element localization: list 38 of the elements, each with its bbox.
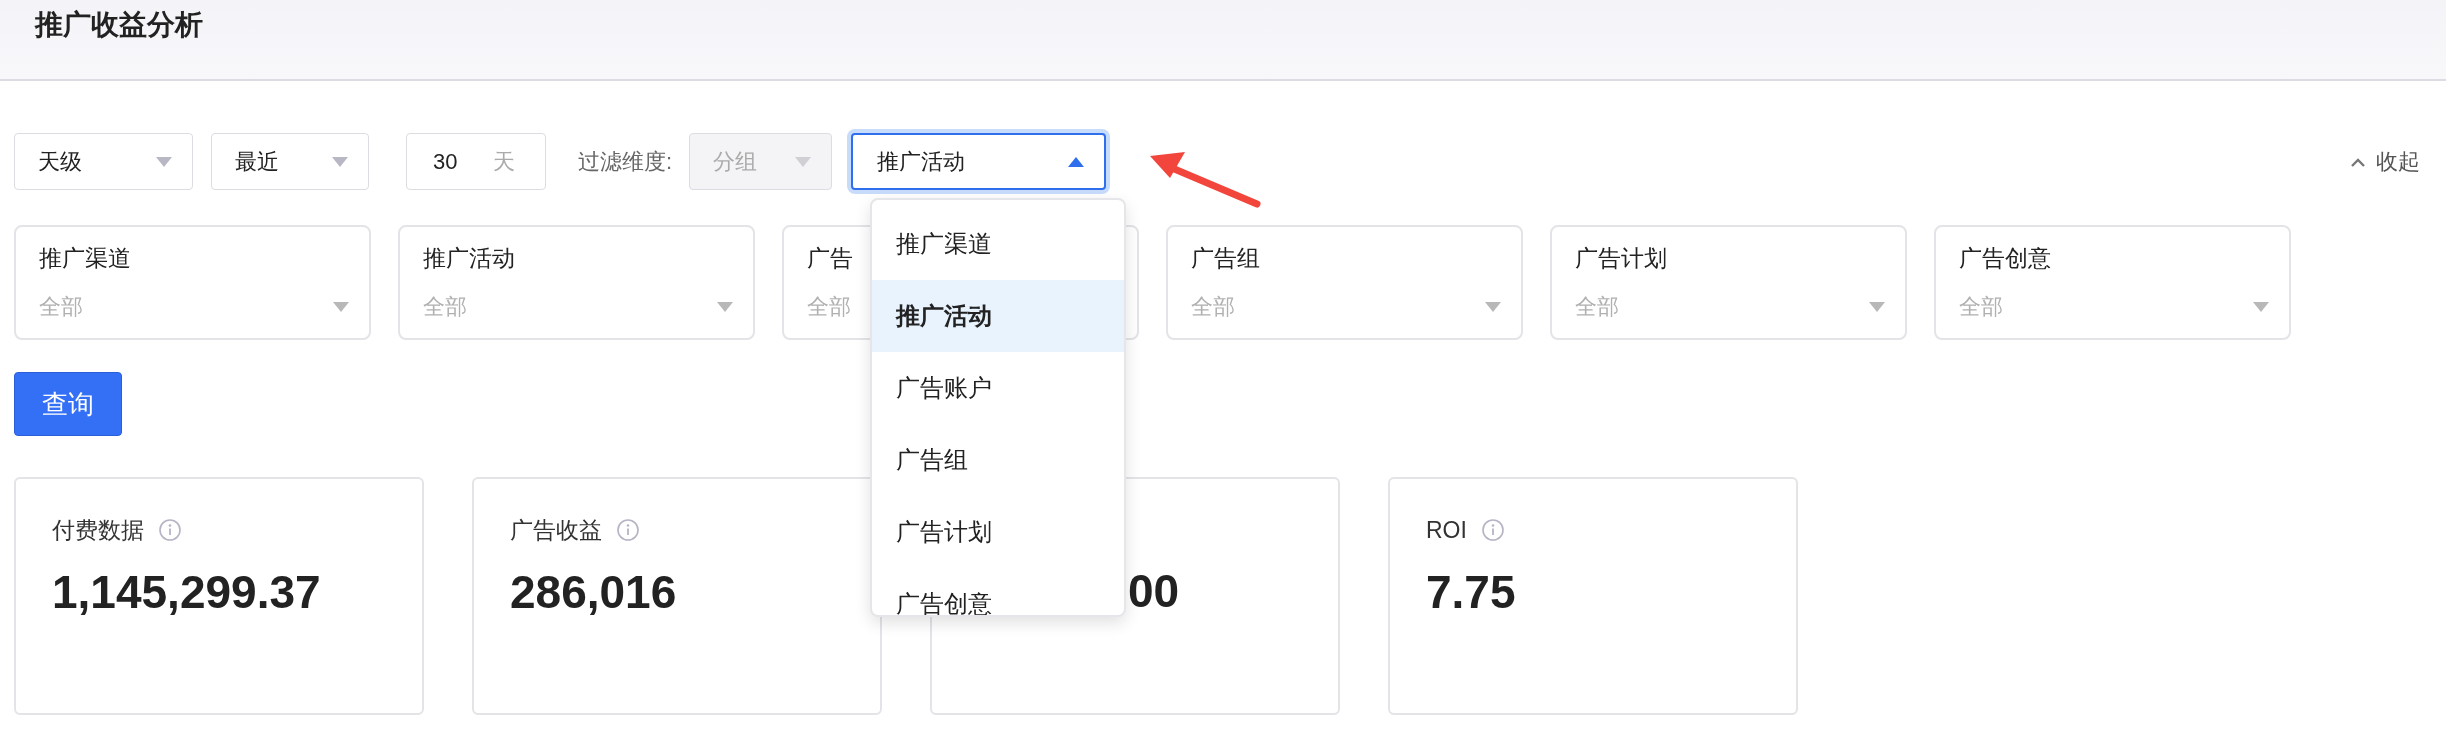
menu-item[interactable]: 广告账户 [872,352,1124,424]
caret-icon [1869,302,1885,312]
caret-icon [333,302,349,312]
filter-select[interactable]: 广告创意 全部 [1934,225,2291,340]
caret-icon [2253,302,2269,312]
menu-item[interactable]: 广告创意 [872,568,1124,615]
days-field[interactable]: 30 天 [406,133,546,190]
menu-item[interactable]: 广告组 [872,424,1124,496]
stat-value: 7.75 [1426,565,1516,619]
filter-select[interactable]: 推广活动 全部 [398,225,755,340]
info-icon [1480,518,1505,542]
menu-item[interactable]: 推广活动 [872,280,1124,352]
stat-label: ROI [1426,516,1467,544]
caret-icon [156,156,172,167]
stat-label: 广告收益 [510,515,602,545]
info-icon [616,518,640,542]
menu-item[interactable]: 推广渠道 [872,208,1124,280]
page-title: 推广收益分析 [35,8,203,42]
query-button[interactable]: 查询 [14,372,122,436]
caret-icon [717,302,733,312]
stat-value: 00 [1128,564,1180,618]
caret-icon [1485,302,1501,312]
caret-icon [332,156,348,167]
filter-select[interactable]: 广告组 全部 [1166,225,1523,340]
caret-icon [1068,156,1085,167]
stat-label: 付费数据 [52,515,144,545]
filter-label: 过滤维度: [578,147,673,176]
filter-select[interactable]: 广告计划 全部 [1550,225,1907,340]
select-field[interactable]: 天级 [14,133,193,190]
collapse-link[interactable]: 收起 [2350,146,2420,177]
select-field[interactable]: 最近 [211,133,369,190]
filter-select[interactable]: 推广渠道 全部 [14,225,371,340]
stat-value: 1,145,299.37 [52,565,321,619]
info-icon [158,518,182,542]
chevron-up-icon [2350,156,2366,167]
caret-icon [795,156,812,167]
menu-item[interactable]: 广告计划 [872,496,1124,568]
stat-value: 286,016 [510,565,677,619]
